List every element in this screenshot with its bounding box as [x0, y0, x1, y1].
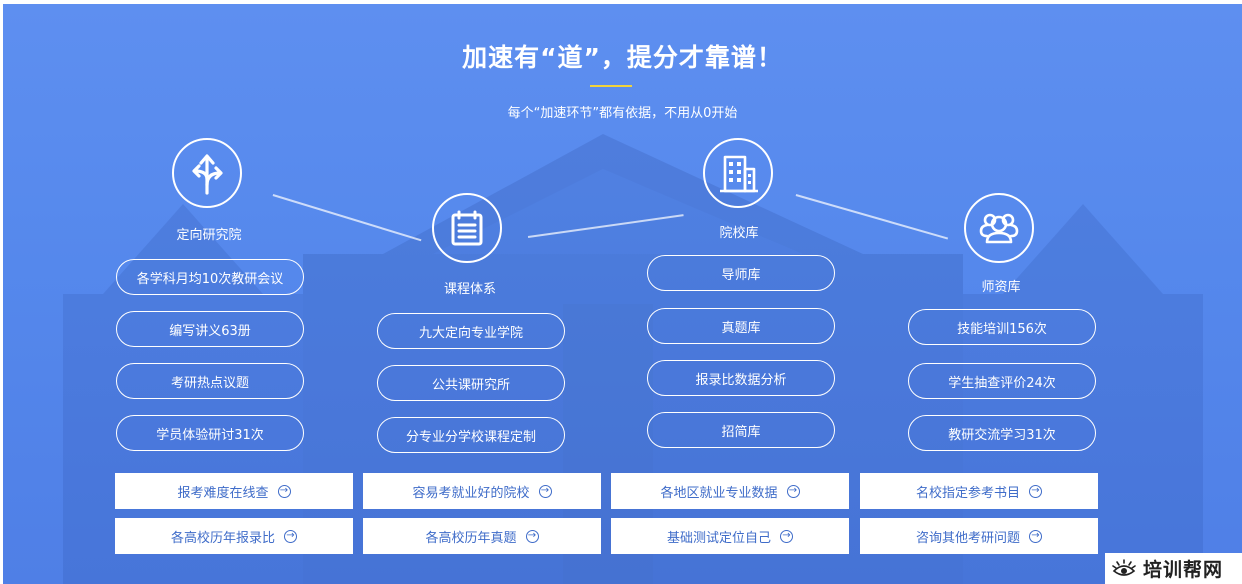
- page-subtitle: 每个“加速环节”都有依据，不用从0开始: [507, 106, 738, 121]
- quick-link-label: 各高校历年真题: [425, 530, 517, 546]
- feature-pill[interactable]: 公共课研究所: [377, 365, 565, 401]
- arrow-circle-icon: →: [780, 529, 793, 543]
- feature-pill[interactable]: 编写讲义63册: [116, 311, 304, 347]
- arrow-circle-icon: →: [538, 484, 552, 498]
- feature-pill[interactable]: 导师库: [647, 255, 835, 291]
- quick-link-label: 咨询其他考研问题: [915, 530, 1020, 546]
- arrow-circle-icon: →: [284, 529, 297, 543]
- quick-link-button[interactable]: 容易考就业好的院校 →: [363, 473, 601, 509]
- building-icon: [703, 138, 773, 208]
- eye-logo-icon: [1112, 558, 1136, 576]
- feature-pill[interactable]: 招简库: [647, 412, 835, 448]
- quick-link-button[interactable]: 名校指定参考书目 →: [860, 473, 1098, 509]
- category-label-orientation: 定向研究院: [176, 228, 242, 243]
- quick-link-label: 报考难度在线查: [177, 485, 269, 501]
- category-label-faculty: 师资库: [981, 280, 1021, 295]
- arrow-circle-icon: →: [277, 484, 291, 498]
- quick-link-button[interactable]: 各高校历年真题 →: [363, 518, 601, 554]
- feature-pill[interactable]: 九大定向专业学院: [377, 313, 565, 349]
- quick-link-label: 各地区就业专业数据: [660, 485, 778, 501]
- feature-pill[interactable]: 教研交流学习31次: [908, 415, 1096, 451]
- users-icon: [964, 193, 1034, 263]
- quick-link-label: 基础测试定位自己: [666, 530, 771, 546]
- feature-pill[interactable]: 报录比数据分析: [647, 360, 835, 396]
- page: 加速有“道”，提分才靠谱！ 每个“加速环节”都有依据，不用从0开始 定向研究院 …: [0, 0, 1242, 584]
- quick-link-button[interactable]: 报考难度在线查 →: [115, 473, 353, 509]
- quick-link-button[interactable]: 咨询其他考研问题 →: [860, 518, 1098, 554]
- watermark-text: 培训帮网: [1143, 559, 1224, 581]
- quick-link-label: 各高校历年报录比: [170, 530, 275, 546]
- category-label-curriculum: 课程体系: [443, 282, 496, 297]
- title-underline: [590, 85, 632, 87]
- directions-arrow-icon: [172, 138, 242, 208]
- document-list-icon: [432, 193, 502, 263]
- feature-pill[interactable]: 各学科月均10次教研会议: [116, 259, 304, 295]
- page-title: 加速有“道”，提分才靠谱！: [462, 43, 783, 72]
- feature-pill[interactable]: 分专业分学校课程定制: [377, 417, 565, 453]
- arrow-circle-icon: →: [525, 529, 539, 543]
- quick-link-label: 名校指定参考书目: [915, 485, 1020, 501]
- feature-pill[interactable]: 技能培训156次: [908, 309, 1096, 345]
- quick-link-button[interactable]: 各高校历年报录比 →: [115, 518, 353, 554]
- arrow-circle-icon: →: [1029, 484, 1042, 498]
- category-label-school-database: 院校库: [719, 226, 759, 241]
- quick-link-button[interactable]: 各地区就业专业数据 →: [611, 473, 849, 509]
- feature-pill[interactable]: 考研热点议题: [116, 363, 304, 399]
- feature-pill[interactable]: 学生抽查评价24次: [908, 363, 1096, 399]
- quick-link-button[interactable]: 基础测试定位自己 →: [611, 518, 849, 554]
- arrow-circle-icon: →: [786, 484, 800, 498]
- site-watermark: 培训帮网: [1105, 553, 1242, 584]
- arrow-circle-icon: →: [1029, 529, 1042, 543]
- feature-panel: 加速有“道”，提分才靠谱！ 每个“加速环节”都有依据，不用从0开始 定向研究院 …: [3, 4, 1242, 584]
- feature-pill[interactable]: 学员体验研讨31次: [116, 415, 304, 451]
- feature-pill[interactable]: 真题库: [647, 308, 835, 344]
- quick-link-label: 容易考就业好的院校: [412, 485, 530, 501]
